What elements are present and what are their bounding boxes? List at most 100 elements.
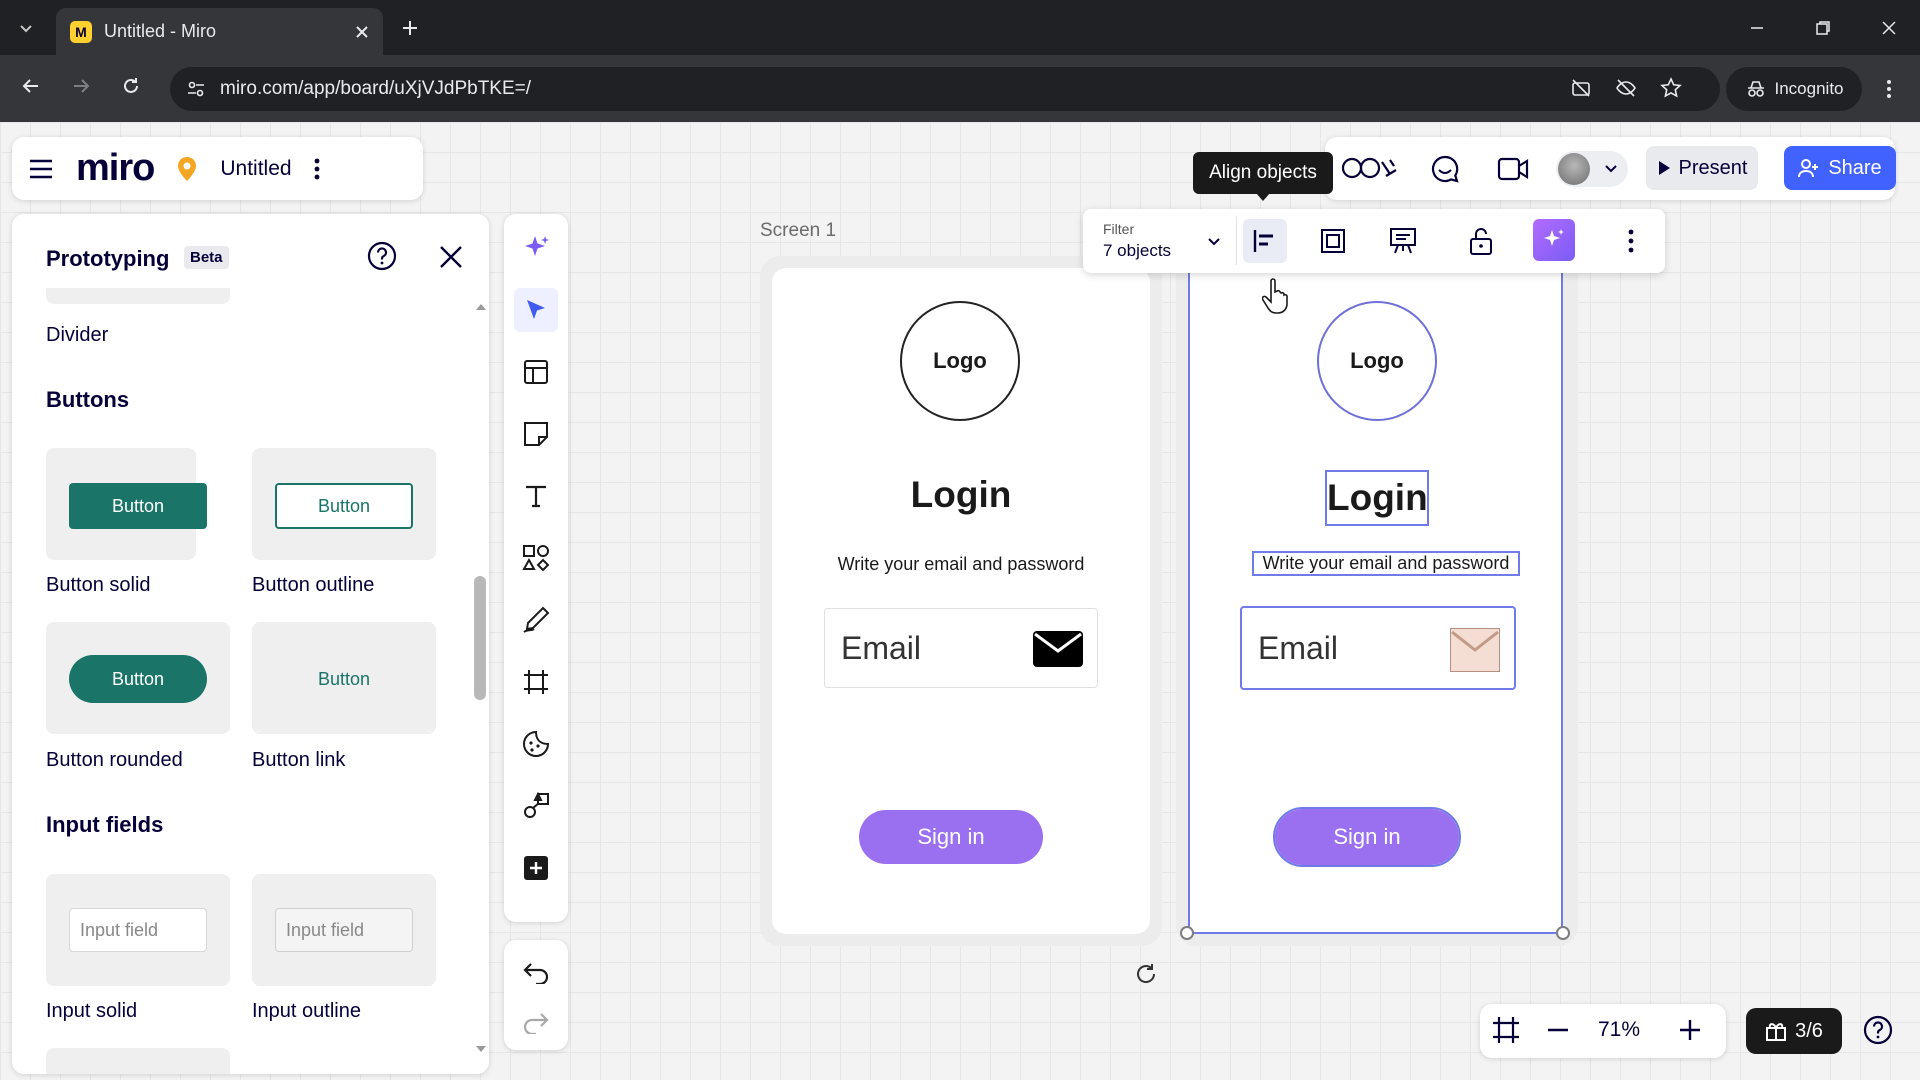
screen-2-login-title[interactable]: Login	[1325, 470, 1429, 526]
scroll-down-arrow-icon[interactable]	[474, 1044, 488, 1054]
button-solid-caption: Button solid	[46, 574, 151, 596]
close-tab-icon[interactable]	[355, 25, 369, 39]
help-circle-icon[interactable]	[1862, 1014, 1894, 1046]
button-rounded-tile[interactable]: Button	[46, 622, 230, 734]
forward-icon[interactable]	[64, 69, 98, 103]
screen-1-sign-in-button[interactable]: Sign in	[859, 810, 1043, 864]
restore-icon[interactable]	[1808, 14, 1838, 42]
close-window-icon[interactable]	[1874, 14, 1904, 42]
lock-open-icon[interactable]	[1459, 219, 1503, 263]
screen-1-phone[interactable]: Logo Login Write your email and password…	[772, 268, 1150, 934]
diagramming-tool-icon[interactable]	[514, 784, 558, 828]
beta-badge: Beta	[184, 246, 229, 269]
hamburger-menu-icon[interactable]	[28, 158, 54, 180]
screen-2-logo[interactable]: Logo	[1317, 301, 1437, 421]
screen-2-email-field[interactable]: Email	[1240, 606, 1516, 690]
slides-counter: 3/6	[1795, 1019, 1823, 1042]
button-rounded-preview: Button	[69, 655, 207, 703]
scroll-up-arrow-icon[interactable]	[474, 302, 488, 312]
divider-caption: Divider	[46, 324, 109, 346]
board-name[interactable]: Untitled	[220, 157, 291, 181]
button-outline-preview: Button	[275, 483, 413, 529]
browser-tab[interactable]: M Untitled - Miro	[56, 8, 383, 55]
button-solid-tile[interactable]: Button	[46, 448, 207, 560]
input-solid-preview: Input field	[69, 908, 207, 952]
input-solid-tile[interactable]: Input field	[46, 874, 230, 986]
minimize-icon[interactable]	[1742, 14, 1772, 42]
templates-tool-icon[interactable]	[514, 350, 558, 394]
screen-1-logo[interactable]: Logo	[900, 301, 1020, 421]
screen-frame-label[interactable]: Screen 1	[760, 220, 836, 242]
screen-1-subtitle[interactable]: Write your email and password	[772, 554, 1150, 575]
bookmark-star-icon[interactable]	[1660, 77, 1682, 99]
browser-menu-icon[interactable]	[1874, 73, 1904, 105]
button-link-tile[interactable]: Button	[252, 622, 436, 734]
zoom-out-icon[interactable]	[1544, 1016, 1572, 1044]
incognito-badge[interactable]: Incognito	[1726, 67, 1862, 111]
incognito-label: Incognito	[1774, 79, 1844, 98]
tab-title: Untitled - Miro	[104, 21, 217, 41]
sticky-note-tool-icon[interactable]	[514, 412, 558, 456]
filter-dropdown[interactable]: Filter 7 objects	[1093, 217, 1237, 265]
fit-to-screen-icon[interactable]	[1490, 1014, 1522, 1046]
screen-2-phone[interactable]: Logo Login Write your email and password…	[1188, 268, 1563, 934]
history-toolbar	[504, 940, 568, 1050]
zoom-in-icon[interactable]	[1676, 1016, 1704, 1044]
avatar[interactable]	[1558, 153, 1590, 185]
input-outline-tile[interactable]: Input field	[252, 874, 436, 986]
site-info-icon[interactable]	[186, 79, 206, 99]
miro-logo[interactable]: miro	[76, 147, 155, 190]
stickers-tool-icon[interactable]	[514, 722, 558, 766]
reactions-icon[interactable]	[1340, 152, 1400, 184]
screen-1-email-field[interactable]: Email	[824, 608, 1098, 688]
close-panel-icon[interactable]	[438, 244, 464, 270]
camera-blocked-icon[interactable]	[1570, 77, 1592, 99]
undo-icon[interactable]	[514, 950, 558, 994]
ai-sparkle-tool-icon[interactable]	[514, 226, 558, 270]
tab-list-chevron-icon[interactable]	[10, 12, 42, 44]
location-pin-icon[interactable]	[176, 156, 198, 182]
video-call-icon[interactable]	[1497, 156, 1529, 182]
screen-1-login-title[interactable]: Login	[772, 474, 1150, 516]
avatar-menu[interactable]	[1556, 151, 1628, 187]
select-tool-icon[interactable]	[514, 288, 558, 332]
align-objects-icon[interactable]	[1243, 219, 1287, 263]
filter-chevron-down-icon	[1208, 238, 1220, 246]
board-options-icon[interactable]	[314, 158, 320, 180]
play-icon	[1658, 161, 1670, 175]
back-icon[interactable]	[14, 69, 48, 103]
button-outline-tile[interactable]: Button	[252, 448, 436, 560]
next-preview-tile[interactable]	[46, 1048, 230, 1074]
pen-tool-icon[interactable]	[514, 598, 558, 642]
selection-handle-bottom-left[interactable]	[1180, 926, 1194, 940]
new-tab-icon[interactable]	[396, 14, 424, 42]
more-options-icon[interactable]	[1609, 219, 1653, 263]
divider-preview-tile[interactable]	[46, 288, 230, 304]
envelope-image-icon	[1450, 628, 1500, 672]
redo-icon[interactable]	[514, 1000, 558, 1044]
presentation-board-icon[interactable]	[1381, 219, 1425, 263]
eye-off-icon[interactable]	[1615, 77, 1637, 99]
screen-2-subtitle[interactable]: Write your email and password	[1252, 551, 1520, 576]
screen-2-sign-in-button[interactable]: Sign in	[1273, 807, 1461, 867]
present-button[interactable]: Present	[1646, 146, 1758, 190]
frame-tool-icon[interactable]	[514, 660, 558, 704]
rotate-handle-icon[interactable]	[1134, 962, 1158, 986]
url-field[interactable]: miro.com/app/board/uXjVJdPbTKE=/	[170, 67, 1720, 111]
button-rounded-caption: Button rounded	[46, 749, 183, 771]
text-tool-icon[interactable]	[514, 474, 558, 518]
panel-scrollbar-thumb[interactable]	[474, 576, 486, 700]
slides-counter-button[interactable]: 3/6	[1746, 1008, 1842, 1054]
reload-icon[interactable]	[114, 69, 148, 103]
ai-assist-sparkle-icon[interactable]	[1533, 219, 1575, 261]
frame-selection-icon[interactable]	[1311, 219, 1355, 263]
zoom-level[interactable]: 71%	[1598, 1018, 1640, 1042]
comments-icon[interactable]	[1430, 154, 1460, 184]
selection-handle-bottom-right[interactable]	[1556, 926, 1570, 940]
shapes-tool-icon[interactable]	[514, 536, 558, 580]
help-icon[interactable]	[366, 240, 398, 272]
more-apps-plus-icon[interactable]	[514, 846, 558, 890]
buttons-heading: Buttons	[46, 387, 130, 412]
button-outline-caption: Button outline	[252, 574, 375, 596]
share-button[interactable]: Share	[1784, 146, 1896, 190]
